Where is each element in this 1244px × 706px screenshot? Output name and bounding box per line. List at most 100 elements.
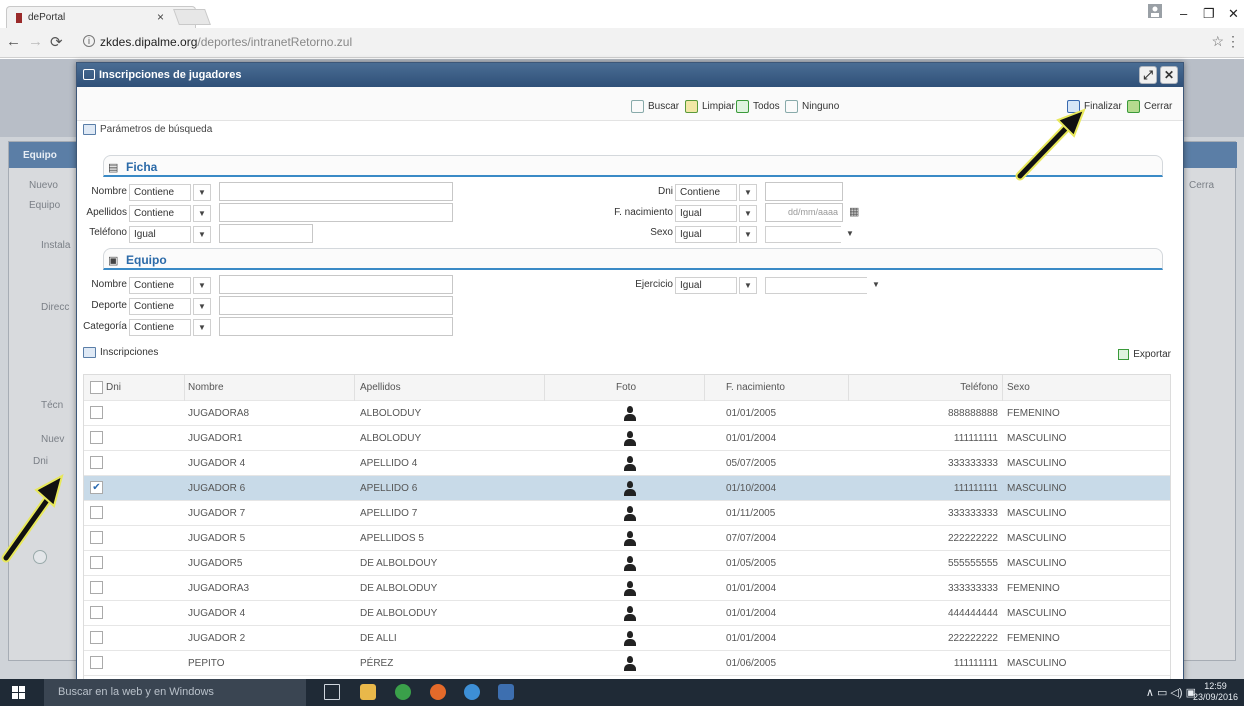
cerrar-button[interactable]: Cerrar (1127, 98, 1172, 114)
ejercicio-operator-select[interactable]: Igual (675, 277, 737, 294)
chrome-icon[interactable] (395, 684, 411, 700)
person-photo-icon[interactable] (623, 506, 637, 522)
row-checkbox[interactable] (90, 531, 103, 544)
column-header-sexo[interactable]: Sexo (1007, 382, 1030, 393)
row-checkbox[interactable] (90, 406, 103, 419)
sexo-operator-dropdown[interactable]: ▼ (739, 226, 757, 243)
nombre-operator-select[interactable]: Contiene (129, 184, 191, 201)
deporte-input[interactable] (219, 296, 453, 315)
person-photo-icon[interactable] (623, 631, 637, 647)
maximize-icon[interactable]: ❐ (1203, 6, 1215, 22)
person-photo-icon[interactable] (623, 606, 637, 622)
telefono-operator-select[interactable]: Igual (129, 226, 191, 243)
person-photo-icon[interactable] (623, 431, 637, 447)
window-close-icon[interactable]: ✕ (1228, 6, 1239, 22)
categoria-operator-select[interactable]: Contiene (129, 319, 191, 336)
todos-button[interactable]: Todos (736, 98, 780, 114)
dni-input[interactable] (765, 182, 843, 201)
column-header-telefono[interactable]: Teléfono (936, 382, 998, 393)
equipo-nombre-operator-dropdown[interactable]: ▼ (193, 277, 211, 294)
table-row[interactable]: JUGADOR 4 DE ALBOLODUY 01/01/2004 444444444… (84, 601, 1170, 626)
person-photo-icon[interactable] (623, 406, 637, 422)
sexo-operator-select[interactable]: Igual (675, 226, 737, 243)
system-tray-icons[interactable]: ∧ ▭ ◁) ▣ (1146, 686, 1196, 699)
inscripciones-header[interactable]: Inscripciones (83, 347, 158, 358)
categoria-operator-dropdown[interactable]: ▼ (193, 319, 211, 336)
user-icon[interactable] (1148, 4, 1162, 21)
windows-start-icon[interactable] (12, 686, 25, 699)
table-row[interactable]: JUGADOR5 DE ALBOLDOUY 01/05/2005 555555555 M… (84, 551, 1170, 576)
sexo-value-select[interactable] (765, 226, 843, 243)
forward-icon[interactable]: → (28, 33, 43, 50)
menu-kebab-icon[interactable]: ⋮ (1226, 33, 1240, 50)
modal-close-button[interactable]: ✕ (1160, 66, 1178, 84)
buscar-button[interactable]: Buscar (631, 98, 679, 114)
apellidos-operator-select[interactable]: Contiene (129, 205, 191, 222)
taskbar-search-input[interactable]: Buscar en la web y en Windows (44, 679, 306, 706)
back-icon[interactable]: ← (6, 33, 21, 50)
fnac-operator-select[interactable]: Igual (675, 205, 737, 222)
info-icon[interactable]: i (83, 35, 95, 47)
row-checkbox[interactable] (90, 431, 103, 444)
dni-operator-select[interactable]: Contiene (675, 184, 737, 201)
nombre-operator-dropdown[interactable]: ▼ (193, 184, 211, 201)
categoria-input[interactable] (219, 317, 453, 336)
row-checkbox[interactable] (90, 556, 103, 569)
row-checkbox[interactable] (90, 581, 103, 594)
column-header-fnac[interactable]: F. nacimiento (726, 382, 785, 393)
table-row[interactable]: JUGADORA3 DE ALBOLODUY 01/01/2004 333333333… (84, 576, 1170, 601)
app-icon[interactable] (498, 684, 514, 700)
column-header-foto[interactable]: Foto (616, 382, 636, 393)
person-photo-icon[interactable] (623, 556, 637, 572)
sexo-value-dropdown[interactable]: ▼ (841, 226, 859, 243)
firefox-icon[interactable] (430, 684, 446, 700)
equipo-nombre-operator-select[interactable]: Contiene (129, 277, 191, 294)
edge-icon[interactable] (464, 684, 480, 700)
bookmark-star-icon[interactable]: ☆ (1211, 33, 1224, 50)
ninguno-button[interactable]: Ninguno (785, 98, 839, 114)
new-tab-button[interactable] (173, 9, 211, 25)
fnac-date-input[interactable]: dd/mm/aaaa (765, 203, 843, 222)
apellidos-operator-dropdown[interactable]: ▼ (193, 205, 211, 222)
file-explorer-icon[interactable] (360, 684, 376, 700)
table-row[interactable]: JUGADOR1 ALBOLODUY 01/01/2004 111111111 MASC… (84, 426, 1170, 451)
column-header-apellidos[interactable]: Apellidos (360, 382, 401, 393)
table-row[interactable]: JUGADOR 7 APELLIDO 7 01/11/2005 333333333 MA… (84, 501, 1170, 526)
table-row[interactable]: PEPITO PÉREZ 01/06/2005 111111111 MASCULINO (84, 651, 1170, 676)
nombre-input[interactable] (219, 182, 453, 201)
row-checkbox[interactable] (90, 506, 103, 519)
telefono-operator-dropdown[interactable]: ▼ (193, 226, 211, 243)
table-row[interactable]: ✔ JUGADOR 6 APELLIDO 6 01/10/2004 111111111 M… (84, 476, 1170, 501)
person-photo-icon[interactable] (623, 581, 637, 597)
table-row[interactable]: JUGADOR 4 APELLIDO 4 05/07/2005 333333333 MA… (84, 451, 1170, 476)
table-row[interactable]: JUGADOR 2 DE ALLI 01/01/2004 222222222 FEMEN… (84, 626, 1170, 651)
equipo-nombre-input[interactable] (219, 275, 453, 294)
table-row[interactable]: JUGADORA8 ALBOLODUY 01/01/2005 888888888 FEM… (84, 401, 1170, 426)
minimize-icon[interactable]: – (1180, 6, 1187, 21)
apellidos-input[interactable] (219, 203, 453, 222)
exportar-button[interactable]: Exportar (1118, 349, 1171, 360)
url-field[interactable]: i zkdes.dipalme.org/deportes/intranetRet… (76, 32, 1226, 52)
reload-icon[interactable]: ⟳ (50, 33, 63, 51)
deporte-operator-dropdown[interactable]: ▼ (193, 298, 211, 315)
select-all-checkbox[interactable] (90, 381, 103, 394)
row-checkbox[interactable] (90, 656, 103, 669)
task-view-icon[interactable] (324, 684, 340, 700)
column-header-nombre[interactable]: Nombre (188, 382, 224, 393)
modal-maximize-button[interactable]: ⤢ (1139, 66, 1157, 84)
ficha-group[interactable]: ▤ Ficha (103, 155, 1163, 177)
ejercicio-value-dropdown[interactable]: ▼ (867, 277, 885, 294)
column-header-dni[interactable]: Dni (106, 382, 121, 393)
search-params-header[interactable]: Parámetros de búsqueda (83, 124, 212, 135)
dni-operator-dropdown[interactable]: ▼ (739, 184, 757, 201)
fnac-operator-dropdown[interactable]: ▼ (739, 205, 757, 222)
row-checkbox[interactable] (90, 456, 103, 469)
person-photo-icon[interactable] (623, 656, 637, 672)
person-photo-icon[interactable] (623, 531, 637, 547)
person-photo-icon[interactable] (623, 481, 637, 497)
tab-close-icon[interactable]: × (157, 10, 164, 24)
deporte-operator-select[interactable]: Contiene (129, 298, 191, 315)
person-photo-icon[interactable] (623, 456, 637, 472)
ejercicio-value-select[interactable] (765, 277, 869, 294)
row-checkbox[interactable] (90, 606, 103, 619)
